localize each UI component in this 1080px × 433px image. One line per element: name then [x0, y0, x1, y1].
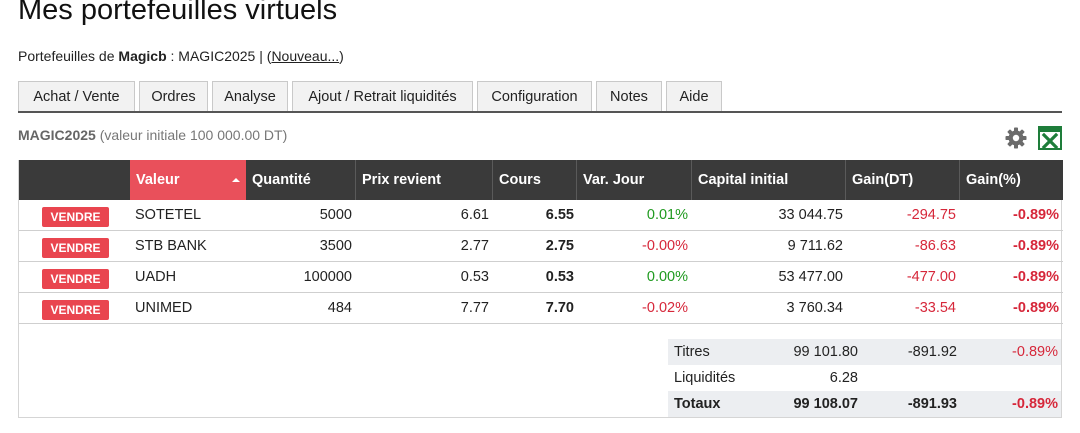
tab-bar: Achat / Vente Ordres Analyse Ajout / Ret… [18, 81, 726, 113]
excel-icon[interactable] [1038, 126, 1062, 150]
summary-totaux-pct: -0.89% [1012, 396, 1058, 412]
summary-totaux-label: Totaux [674, 396, 721, 412]
column-header-gain-dt[interactable]: Gain(DT) [845, 160, 959, 200]
cell-capital-initial: 53 477.00 [778, 269, 843, 285]
cell-prix-revient: 6.61 [460, 207, 489, 223]
tab-configuration[interactable]: Configuration [477, 81, 592, 112]
cell-gain-dt: -294.75 [906, 207, 956, 223]
cell-quantite: 100000 [303, 269, 352, 285]
portfolio-name: MAGIC2025 [18, 127, 96, 143]
table-row: VENDRE UADH 100000 0.53 0.53 0.00% 53 47… [19, 262, 1063, 293]
cell-gain-pct: -0.89% [1013, 238, 1059, 254]
column-label-valeur: Valeur [136, 172, 180, 188]
column-header-capital-initial[interactable]: Capital initial [691, 160, 845, 200]
table-header: Valeur Quantité Prix revient Cours Var. … [19, 160, 1063, 200]
column-header-prix-revient[interactable]: Prix revient [355, 160, 492, 200]
cell-var-jour: -0.02% [642, 300, 688, 316]
subline-prefix: Portefeuilles de [18, 48, 115, 64]
summary-totaux-gain: -891.93 [907, 396, 957, 412]
cell-gain-dt: -86.63 [914, 238, 956, 254]
tab-ordres[interactable]: Ordres [139, 81, 208, 112]
cell-valeur: STB BANK [135, 238, 207, 254]
table-row: VENDRE UNIMED 484 7.77 7.70 -0.02% 3 760… [19, 293, 1063, 324]
column-header-cours[interactable]: Cours [492, 160, 576, 200]
sell-button[interactable]: VENDRE [42, 238, 109, 258]
tab-ajout-retrait[interactable]: Ajout / Retrait liquidités [292, 81, 473, 112]
sell-button[interactable]: VENDRE [42, 269, 109, 289]
cell-valeur: UADH [135, 269, 177, 285]
cell-capital-initial: 9 711.62 [787, 238, 843, 254]
summary-row-titres: Titres 99 101.80 -891.92 -0.89% [668, 339, 1061, 365]
column-header-var-jour[interactable]: Var. Jour [576, 160, 691, 200]
cell-prix-revient: 7.77 [460, 300, 489, 316]
cell-gain-pct: -0.89% [1013, 207, 1059, 223]
column-header-quantite[interactable]: Quantité [246, 160, 355, 200]
cell-prix-revient: 0.53 [460, 269, 489, 285]
new-portfolio-link[interactable]: Nouveau... [271, 48, 339, 64]
summary-liquidites-value: 6.28 [829, 370, 858, 386]
cell-cours: 7.70 [545, 300, 574, 316]
sell-button[interactable]: VENDRE [42, 300, 109, 320]
cell-var-jour: -0.00% [642, 238, 688, 254]
cell-capital-initial: 33 044.75 [778, 207, 843, 223]
cell-cours: 2.75 [545, 238, 574, 254]
summary-row-totaux: Totaux 99 108.07 -891.93 -0.89% [668, 391, 1061, 417]
column-header-gain-pct[interactable]: Gain(%) [959, 160, 1063, 200]
summary-titres-value: 99 101.80 [793, 344, 858, 360]
paren-close: ) [339, 48, 344, 64]
page-title: Mes portefeuilles virtuels [18, 0, 338, 26]
column-header-valeur[interactable]: Valeur [130, 160, 246, 200]
cell-valeur: SOTETEL [135, 207, 202, 223]
cell-quantite: 5000 [319, 207, 352, 223]
sort-asc-icon [232, 178, 240, 182]
summary-liquidites-label: Liquidités [674, 370, 736, 386]
cell-gain-dt: -33.54 [914, 300, 956, 316]
cell-gain-pct: -0.89% [1013, 300, 1059, 316]
cell-prix-revient: 2.77 [460, 238, 489, 254]
cell-gain-pct: -0.89% [1013, 269, 1059, 285]
cell-capital-initial: 3 760.34 [786, 300, 843, 316]
cell-var-jour: 0.00% [646, 269, 688, 285]
table-row: VENDRE STB BANK 3500 2.77 2.75 -0.00% 9 … [19, 231, 1063, 262]
tabs-divider [18, 111, 1062, 113]
portfolio-initial-value: (valeur initiale 100 000.00 DT) [99, 127, 288, 143]
tab-aide[interactable]: Aide [666, 81, 722, 112]
cell-valeur: UNIMED [135, 300, 193, 316]
tab-notes[interactable]: Notes [596, 81, 662, 112]
summary-totaux-value: 99 108.07 [793, 396, 858, 412]
cell-gain-dt: -477.00 [906, 269, 956, 285]
tab-analyse[interactable]: Analyse [212, 81, 288, 112]
summary-titres-pct: -0.89% [1012, 344, 1058, 360]
portfolio-subline: Portefeuilles de Magicb : MAGIC2025 | (N… [18, 48, 344, 64]
current-portfolio: : MAGIC2025 | [170, 48, 263, 64]
cell-cours: 0.53 [545, 269, 574, 285]
owner-name: Magicb [118, 48, 167, 64]
cell-cours: 6.55 [545, 207, 574, 223]
tab-achat-vente[interactable]: Achat / Vente [18, 81, 135, 112]
gear-icon[interactable] [1004, 126, 1028, 150]
table-row: VENDRE SOTETEL 5000 6.61 6.55 0.01% 33 0… [19, 200, 1063, 231]
summary-table: Titres 99 101.80 -891.92 -0.89% Liquidit… [668, 339, 1061, 417]
sell-button[interactable]: VENDRE [42, 207, 109, 227]
portfolio-info: MAGIC2025 (valeur initiale 100 000.00 DT… [18, 127, 287, 143]
cell-var-jour: 0.01% [646, 207, 688, 223]
summary-row-liquidites: Liquidités 6.28 [668, 365, 1061, 391]
summary-titres-label: Titres [674, 344, 710, 360]
summary-titres-gain: -891.92 [907, 344, 957, 360]
cell-quantite: 484 [327, 300, 352, 316]
cell-quantite: 3500 [319, 238, 352, 254]
